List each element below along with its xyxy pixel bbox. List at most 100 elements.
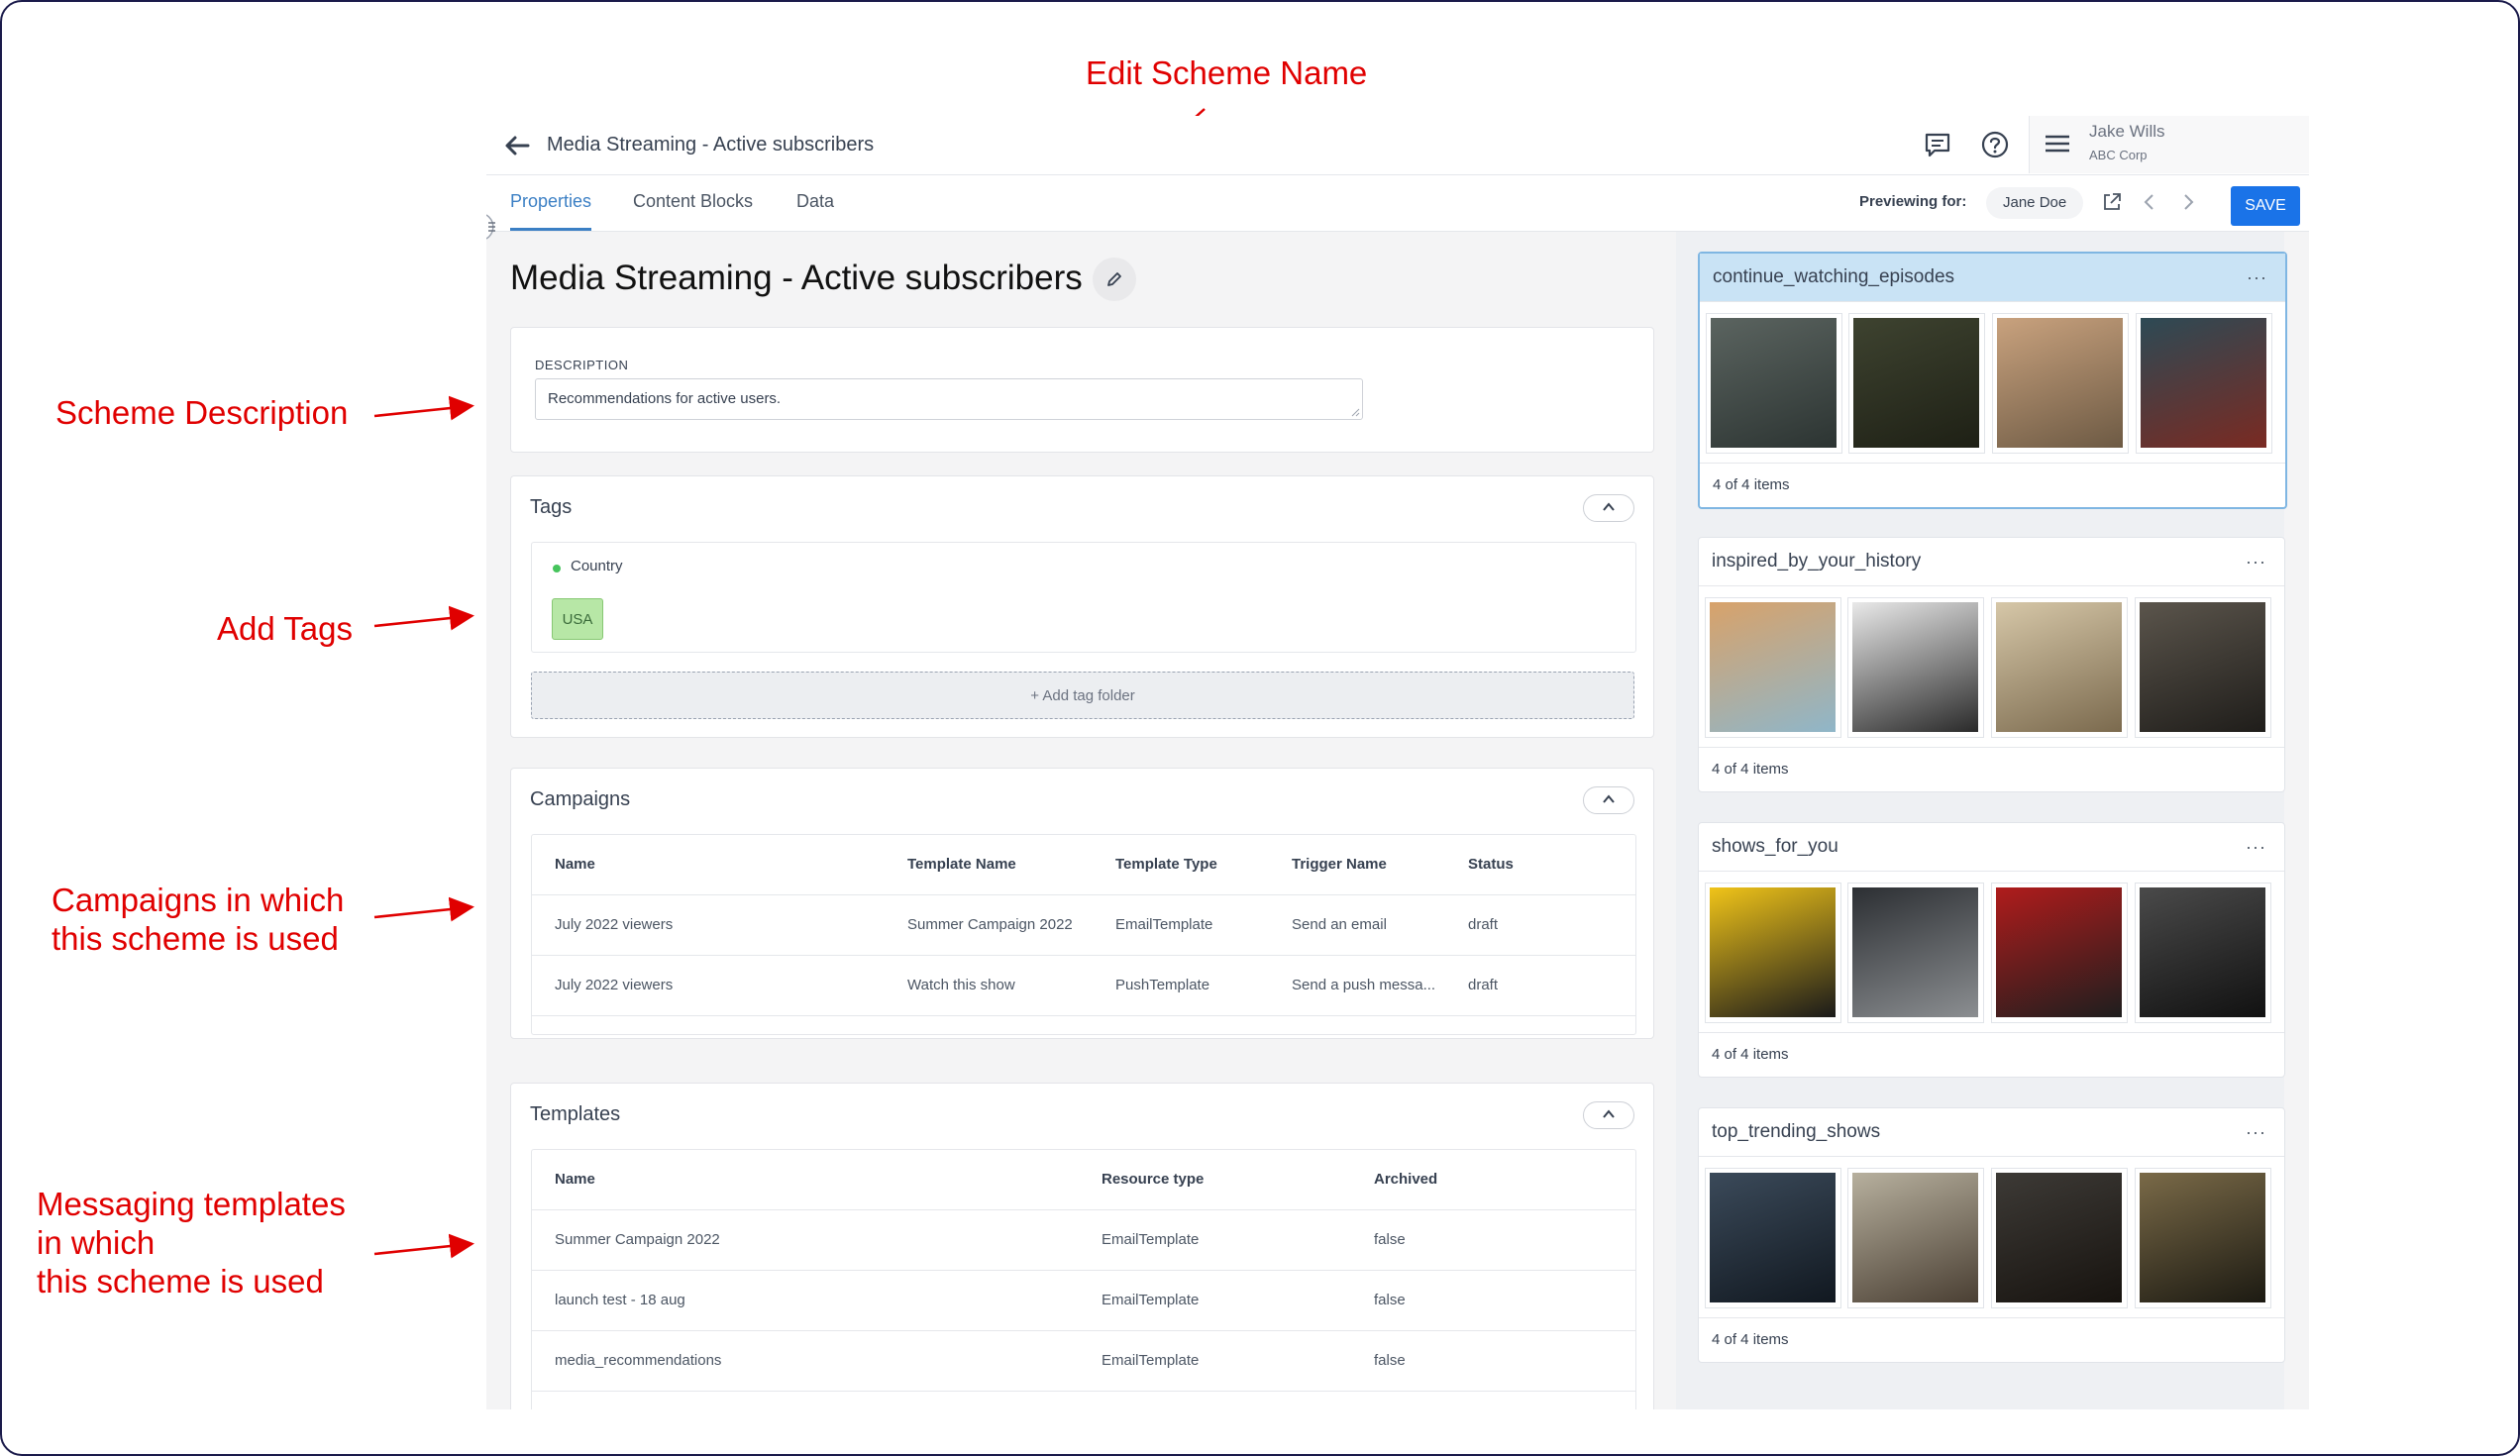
template-name: launch test - 18 aug (555, 1292, 685, 1308)
thumbnail[interactable] (1847, 883, 1984, 1023)
tag-chip[interactable]: USA (552, 598, 603, 640)
table-row[interactable]: media_recommendations EmailTemplate fals… (532, 1331, 1635, 1392)
thumbnail-image (1996, 602, 2122, 732)
tab-content-blocks[interactable]: Content Blocks (633, 175, 753, 228)
chevron-right-icon[interactable] (2177, 191, 2199, 213)
resource-type: EmailTemplate (1102, 1231, 1200, 1248)
resize-handle-icon[interactable] (1350, 407, 1360, 417)
thumbnail-image (1996, 1173, 2122, 1302)
thumbnail[interactable] (1705, 1168, 1841, 1308)
content-block-shows-for-you[interactable]: shows_for_you ··· 4 of 4 items (1698, 822, 2285, 1078)
user-menu[interactable]: Jake Wills ABC Corp (2029, 116, 2309, 173)
thumbnail[interactable] (2135, 1168, 2271, 1308)
pencil-icon (1107, 272, 1121, 286)
table-header: Name Resource type Archived (532, 1150, 1635, 1210)
sidebar-toggle-icon[interactable] (486, 211, 504, 243)
tag-folder: Country USA (531, 542, 1636, 653)
top-bar: Media Streaming - Active subscribers Jak… (486, 116, 2309, 175)
annotation-templates: Messaging templates in which this scheme… (37, 1186, 346, 1300)
preview-user-select[interactable]: Jane Doe (1986, 187, 2084, 219)
description-input[interactable]: Recommendations for active users. (535, 378, 1363, 420)
more-icon[interactable]: ··· (2246, 1122, 2266, 1143)
chevron-up-icon (1603, 502, 1615, 511)
tab-properties[interactable]: Properties (510, 175, 592, 231)
content-block-inspired-by-history[interactable]: inspired_by_your_history ··· 4 of 4 item… (1698, 537, 2285, 792)
campaign-name: July 2022 viewers (555, 977, 674, 993)
back-arrow-icon[interactable] (502, 132, 532, 159)
collapse-tags-button[interactable] (1583, 494, 1634, 522)
thumbnail-image (2140, 602, 2265, 732)
thumbnail-image (1710, 602, 1836, 732)
column-header[interactable]: Archived (1374, 1150, 1437, 1209)
column-header[interactable]: Trigger Name (1292, 835, 1387, 894)
description-label: DESCRIPTION (535, 358, 629, 372)
archived-value: false (1374, 1292, 1406, 1308)
collapse-templates-button[interactable] (1583, 1101, 1634, 1129)
content-block-continue-watching[interactable]: continue_watching_episodes ··· 4 of 4 it… (1698, 252, 2287, 509)
thumbnail[interactable] (1705, 597, 1841, 738)
thumbnail[interactable] (1847, 597, 1984, 738)
status: draft (1468, 977, 1499, 993)
trigger-name: Send a push messa... (1292, 977, 1436, 993)
campaign-name: July 2022 viewers (555, 916, 674, 933)
chevron-left-icon[interactable] (2139, 191, 2160, 213)
content-block-top-trending[interactable]: top_trending_shows ··· 4 of 4 items (1698, 1107, 2285, 1363)
template-name: Watch this show (907, 977, 1015, 993)
column-header[interactable]: Resource type (1102, 1150, 1204, 1209)
chevron-up-icon (1603, 794, 1615, 803)
table-row[interactable]: launch test - 18 aug EmailTemplate false (532, 1271, 1635, 1331)
more-icon[interactable]: ··· (2246, 552, 2266, 572)
column-header[interactable]: Template Name (907, 835, 1016, 894)
thumbnail[interactable] (2135, 883, 2271, 1023)
resource-type: EmailTemplate (1102, 1352, 1200, 1369)
collapse-campaigns-button[interactable] (1583, 786, 1634, 814)
table-row[interactable]: July 2022 viewers Summer Campaign 2022 E… (532, 895, 1635, 956)
table-row[interactable]: Summer Campaign 2022 EmailTemplate false (532, 1210, 1635, 1271)
thumbnail[interactable] (1847, 1168, 1984, 1308)
tab-bar: Properties Content Blocks Data Previewin… (486, 175, 2309, 232)
annotation-campaigns: Campaigns in which this scheme is used (52, 882, 345, 957)
column-header[interactable]: Status (1468, 835, 1514, 894)
thumbnail[interactable] (1848, 313, 1985, 454)
annotation-description: Scheme Description (55, 394, 349, 431)
column-header[interactable]: Template Type (1115, 835, 1217, 894)
template-name: media_recommendations (555, 1352, 722, 1369)
thumbnail-image (1852, 887, 1978, 1017)
thumbnail[interactable] (1705, 883, 1841, 1023)
thumbnail[interactable] (2136, 313, 2272, 454)
chat-icon[interactable] (1921, 128, 1954, 161)
block-header: top_trending_shows ··· (1699, 1108, 2284, 1157)
trigger-name: Send an email (1292, 916, 1387, 933)
thumbnail-image (2140, 887, 2265, 1017)
external-link-icon[interactable] (2101, 191, 2123, 213)
status-dot (553, 565, 561, 572)
templates-card: Templates Name Resource type Archived Su… (510, 1083, 1654, 1409)
tags-heading: Tags (530, 496, 573, 518)
block-header: continue_watching_episodes ··· (1700, 254, 2285, 302)
help-icon[interactable] (1978, 128, 2012, 161)
thumbnail[interactable] (1991, 883, 2128, 1023)
chevron-up-icon (1603, 1109, 1615, 1118)
add-tag-folder-button[interactable]: + Add tag folder (531, 672, 1634, 719)
thumbnail-image (1852, 1173, 1978, 1302)
thumbnail[interactable] (1991, 597, 2128, 738)
block-name: shows_for_you (1712, 836, 1838, 857)
tab-data[interactable]: Data (796, 175, 834, 228)
menu-icon[interactable] (2044, 132, 2071, 156)
more-icon[interactable]: ··· (2246, 837, 2266, 858)
thumbnail[interactable] (2135, 597, 2271, 738)
thumbnail[interactable] (1992, 313, 2129, 454)
resource-type: EmailTemplate (1102, 1292, 1200, 1308)
block-footer: 4 of 4 items (1699, 747, 2284, 791)
column-header[interactable]: Name (555, 1150, 595, 1209)
user-name: Jake Wills (2089, 122, 2165, 141)
column-header[interactable]: Name (555, 835, 595, 894)
edit-name-button[interactable] (1093, 258, 1136, 301)
more-icon[interactable]: ··· (2247, 267, 2267, 288)
save-button[interactable]: SAVE (2231, 186, 2300, 226)
table-row[interactable]: July 2022 viewers Watch this show PushTe… (532, 956, 1635, 1016)
campaigns-table: Name Template Name Template Type Trigger… (531, 834, 1636, 1035)
template-name: Summer Campaign 2022 (907, 916, 1073, 933)
thumbnail[interactable] (1706, 313, 1842, 454)
thumbnail[interactable] (1991, 1168, 2128, 1308)
